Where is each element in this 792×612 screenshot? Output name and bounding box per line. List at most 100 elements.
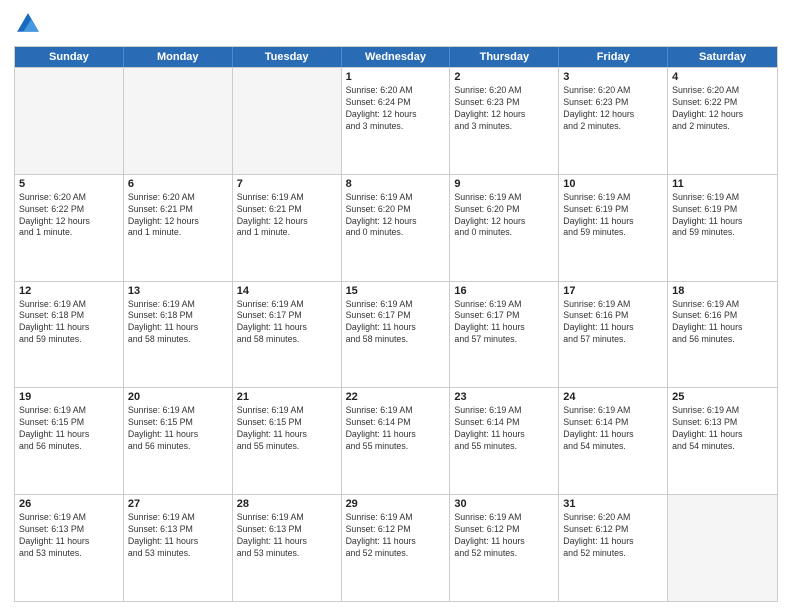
cell-info: Sunrise: 6:19 AMSunset: 6:15 PMDaylight:… (128, 405, 228, 453)
day-header-wednesday: Wednesday (342, 47, 451, 67)
cell-info: Sunrise: 6:19 AMSunset: 6:13 PMDaylight:… (237, 512, 337, 560)
day-number: 4 (672, 71, 773, 83)
empty-cell (15, 68, 124, 174)
day-number: 25 (672, 391, 773, 403)
day-cell-7: 7Sunrise: 6:19 AMSunset: 6:21 PMDaylight… (233, 175, 342, 281)
cell-info: Sunrise: 6:19 AMSunset: 6:20 PMDaylight:… (454, 192, 554, 240)
day-cell-27: 27 Sunrise: 6:19 AMSunset: 6:13 PMDayligh… (124, 495, 233, 601)
day-header-monday: Monday (124, 47, 233, 67)
week-row-3: 12 Sunrise: 6:19 AMSunset: 6:18 PMDayligh… (15, 281, 777, 388)
cell-info: Sunrise: 6:20 AMSunset: 6:21 PMDaylight:… (128, 192, 228, 240)
cell-info: Sunrise: 6:19 AMSunset: 6:15 PMDaylight:… (19, 405, 119, 453)
day-number: 11 (672, 178, 773, 190)
week-row-4: 19 Sunrise: 6:19 AMSunset: 6:15 PMDayligh… (15, 387, 777, 494)
day-number: 10 (563, 178, 663, 190)
cell-info: Sunrise: 6:20 AMSunset: 6:23 PMDaylight:… (454, 85, 554, 133)
cell-info: Sunrise: 6:19 AMSunset: 6:12 PMDaylight:… (346, 512, 446, 560)
day-number: 17 (563, 285, 663, 297)
day-number: 5 (19, 178, 119, 190)
day-number: 28 (237, 498, 337, 510)
day-cell-5: 5 Sunrise: 6:20 AMSunset: 6:22 PMDaylight… (15, 175, 124, 281)
day-cell-13: 13 Sunrise: 6:19 AMSunset: 6:18 PMDayligh… (124, 282, 233, 388)
cell-info: Sunrise: 6:19 AMSunset: 6:16 PMDaylight:… (563, 299, 663, 347)
day-cell-2: 2 Sunrise: 6:20 AMSunset: 6:23 PMDaylight… (450, 68, 559, 174)
day-number: 2 (454, 71, 554, 83)
day-cell-19: 19 Sunrise: 6:19 AMSunset: 6:15 PMDayligh… (15, 388, 124, 494)
day-cell-16: 16Sunrise: 6:19 AMSunset: 6:17 PMDayligh… (450, 282, 559, 388)
day-header-sunday: Sunday (15, 47, 124, 67)
day-cell-6: 6Sunrise: 6:20 AMSunset: 6:21 PMDaylight… (124, 175, 233, 281)
cell-info: Sunrise: 6:19 AMSunset: 6:17 PMDaylight:… (237, 299, 337, 347)
cell-info: Sunrise: 6:19 AMSunset: 6:14 PMDaylight:… (346, 405, 446, 453)
cell-info: Sunrise: 6:19 AMSunset: 6:19 PMDaylight:… (563, 192, 663, 240)
day-number: 3 (563, 71, 663, 83)
day-number: 29 (346, 498, 446, 510)
cell-info: Sunrise: 6:20 AMSunset: 6:24 PMDaylight:… (346, 85, 446, 133)
cell-info: Sunrise: 6:19 AMSunset: 6:13 PMDaylight:… (128, 512, 228, 560)
cell-info: Sunrise: 6:19 AMSunset: 6:13 PMDaylight:… (672, 405, 773, 453)
cell-info: Sunrise: 6:20 AMSunset: 6:12 PMDaylight:… (563, 512, 663, 560)
day-cell-24: 24Sunrise: 6:19 AMSunset: 6:14 PMDayligh… (559, 388, 668, 494)
day-number: 30 (454, 498, 554, 510)
day-cell-9: 9Sunrise: 6:19 AMSunset: 6:20 PMDaylight… (450, 175, 559, 281)
cell-info: Sunrise: 6:19 AMSunset: 6:15 PMDaylight:… (237, 405, 337, 453)
header (14, 10, 778, 38)
day-number: 12 (19, 285, 119, 297)
day-cell-1: 1 Sunrise: 6:20 AMSunset: 6:24 PMDaylight… (342, 68, 451, 174)
day-number: 26 (19, 498, 119, 510)
day-header-friday: Friday (559, 47, 668, 67)
day-cell-11: 11 Sunrise: 6:19 AMSunset: 6:19 PMDayligh… (668, 175, 777, 281)
day-cell-29: 29 Sunrise: 6:19 AMSunset: 6:12 PMDayligh… (342, 495, 451, 601)
day-number: 1 (346, 71, 446, 83)
day-header-saturday: Saturday (668, 47, 777, 67)
day-cell-23: 23 Sunrise: 6:19 AMSunset: 6:14 PMDayligh… (450, 388, 559, 494)
day-cell-14: 14Sunrise: 6:19 AMSunset: 6:17 PMDayligh… (233, 282, 342, 388)
cell-info: Sunrise: 6:20 AMSunset: 6:22 PMDaylight:… (19, 192, 119, 240)
day-cell-15: 15 Sunrise: 6:19 AMSunset: 6:17 PMDayligh… (342, 282, 451, 388)
week-row-2: 5 Sunrise: 6:20 AMSunset: 6:22 PMDaylight… (15, 174, 777, 281)
cell-info: Sunrise: 6:19 AMSunset: 6:20 PMDaylight:… (346, 192, 446, 240)
empty-cell (124, 68, 233, 174)
day-number: 7 (237, 178, 337, 190)
logo (14, 10, 46, 38)
day-cell-20: 20 Sunrise: 6:19 AMSunset: 6:15 PMDayligh… (124, 388, 233, 494)
cell-info: Sunrise: 6:19 AMSunset: 6:14 PMDaylight:… (563, 405, 663, 453)
cell-info: Sunrise: 6:20 AMSunset: 6:23 PMDaylight:… (563, 85, 663, 133)
day-cell-30: 30 Sunrise: 6:19 AMSunset: 6:12 PMDayligh… (450, 495, 559, 601)
day-number: 23 (454, 391, 554, 403)
day-header-thursday: Thursday (450, 47, 559, 67)
cell-info: Sunrise: 6:19 AMSunset: 6:18 PMDaylight:… (128, 299, 228, 347)
day-header-tuesday: Tuesday (233, 47, 342, 67)
cell-info: Sunrise: 6:19 AMSunset: 6:19 PMDaylight:… (672, 192, 773, 240)
cell-info: Sunrise: 6:19 AMSunset: 6:12 PMDaylight:… (454, 512, 554, 560)
cell-info: Sunrise: 6:19 AMSunset: 6:13 PMDaylight:… (19, 512, 119, 560)
day-cell-28: 28 Sunrise: 6:19 AMSunset: 6:13 PMDayligh… (233, 495, 342, 601)
day-cell-22: 22 Sunrise: 6:19 AMSunset: 6:14 PMDayligh… (342, 388, 451, 494)
calendar-header: SundayMondayTuesdayWednesdayThursdayFrid… (15, 47, 777, 67)
page: SundayMondayTuesdayWednesdayThursdayFrid… (0, 0, 792, 612)
calendar: SundayMondayTuesdayWednesdayThursdayFrid… (14, 46, 778, 602)
empty-cell (233, 68, 342, 174)
day-cell-4: 4Sunrise: 6:20 AMSunset: 6:22 PMDaylight… (668, 68, 777, 174)
day-number: 18 (672, 285, 773, 297)
day-number: 15 (346, 285, 446, 297)
day-cell-25: 25 Sunrise: 6:19 AMSunset: 6:13 PMDayligh… (668, 388, 777, 494)
cell-info: Sunrise: 6:19 AMSunset: 6:17 PMDaylight:… (454, 299, 554, 347)
cell-info: Sunrise: 6:19 AMSunset: 6:16 PMDaylight:… (672, 299, 773, 347)
day-number: 22 (346, 391, 446, 403)
logo-icon (14, 10, 42, 38)
day-number: 8 (346, 178, 446, 190)
day-number: 31 (563, 498, 663, 510)
day-number: 19 (19, 391, 119, 403)
day-cell-21: 21Sunrise: 6:19 AMSunset: 6:15 PMDayligh… (233, 388, 342, 494)
week-row-5: 26 Sunrise: 6:19 AMSunset: 6:13 PMDayligh… (15, 494, 777, 601)
empty-cell (668, 495, 777, 601)
day-number: 13 (128, 285, 228, 297)
cell-info: Sunrise: 6:19 AMSunset: 6:14 PMDaylight:… (454, 405, 554, 453)
day-cell-12: 12Sunrise: 6:19 AMSunset: 6:18 PMDayligh… (15, 282, 124, 388)
cell-info: Sunrise: 6:19 AMSunset: 6:17 PMDaylight:… (346, 299, 446, 347)
day-number: 27 (128, 498, 228, 510)
day-cell-3: 3 Sunrise: 6:20 AMSunset: 6:23 PMDaylight… (559, 68, 668, 174)
calendar-body: 1 Sunrise: 6:20 AMSunset: 6:24 PMDaylight… (15, 67, 777, 601)
day-number: 20 (128, 391, 228, 403)
